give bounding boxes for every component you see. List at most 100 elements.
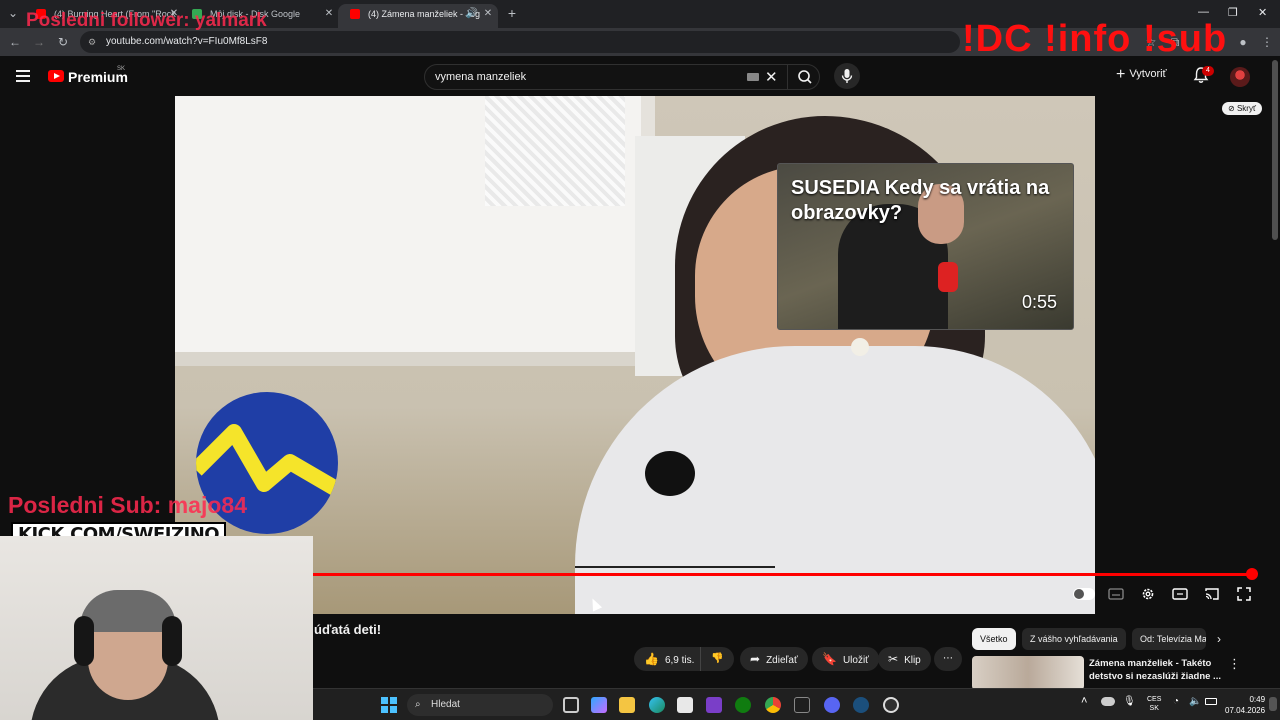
youtube-logo-icon[interactable]: [48, 70, 64, 82]
create-label: Vytvoriť: [1129, 68, 1167, 80]
more-horizontal-icon: ⋯: [943, 653, 953, 664]
discord-icon[interactable]: [824, 697, 840, 713]
minimize-icon[interactable]: —: [1198, 6, 1209, 18]
clip-button[interactable]: ✂ Klip: [878, 647, 931, 671]
file-explorer-icon[interactable]: [619, 697, 635, 713]
battery-icon[interactable]: [1205, 698, 1217, 705]
notifications-badge: 4: [1202, 66, 1214, 76]
url-bar[interactable]: ⚙ youtube.com/watch?v=FIu0Mf8LsF8: [80, 31, 960, 53]
show-hidden-icons-chevron-icon[interactable]: ˄: [1081, 695, 1087, 707]
settings-gear-icon[interactable]: [1140, 587, 1156, 601]
create-button[interactable]: + Vytvoriť: [1116, 66, 1167, 84]
close-tab-icon[interactable]: ✕: [479, 5, 497, 23]
copilot-icon[interactable]: [591, 697, 607, 713]
fullscreen-icon[interactable]: [1236, 587, 1252, 601]
profile-icon[interactable]: ●: [1234, 33, 1252, 51]
plus-icon: +: [1116, 66, 1126, 83]
reload-icon[interactable]: ↻: [54, 33, 72, 51]
region-code: SK: [117, 66, 126, 72]
dislike-button[interactable]: 👎: [700, 647, 734, 671]
hamburger-menu-icon[interactable]: [16, 70, 30, 82]
share-icon: ➦: [750, 652, 761, 666]
page-scrollbar[interactable]: [1272, 60, 1278, 240]
windows-start-icon[interactable]: [381, 697, 397, 713]
task-view-icon[interactable]: [563, 697, 579, 713]
youtube-header: Premium SK vymena manzeliek ✕ + Vytvoriť …: [0, 56, 1280, 96]
save-button[interactable]: 🔖 Uložiť: [812, 647, 879, 671]
close-window-icon[interactable]: ✕: [1258, 6, 1267, 19]
edge-icon[interactable]: [649, 697, 665, 713]
end-screen-video-card[interactable]: SUSEDIA Kedy sa vrátia na obrazovky? 0:5…: [777, 163, 1074, 330]
autoplay-toggle[interactable]: [1073, 588, 1095, 600]
cast-icon[interactable]: [1204, 587, 1220, 601]
like-count: 6,9 tis.: [664, 655, 695, 666]
thumbs-down-icon: 👎: [711, 653, 724, 664]
browser-menu-icon[interactable]: ⋮: [1258, 33, 1276, 51]
restore-icon[interactable]: ❐: [1228, 6, 1238, 19]
taskbar-search-box[interactable]: ⌕ Hledat: [407, 694, 553, 716]
end-card-duration: 0:55: [1021, 292, 1057, 312]
search-input[interactable]: vymena manzeliek: [435, 71, 526, 83]
like-button[interactable]: 👍 6,9 tis.: [634, 647, 700, 671]
photos-icon[interactable]: [706, 697, 722, 713]
obs-icon[interactable]: [883, 697, 899, 713]
more-actions-button[interactable]: ⋯: [934, 647, 962, 671]
voice-search-button[interactable]: [834, 63, 860, 89]
mic-tray-icon[interactable]: 🎙: [1123, 696, 1136, 707]
notification-center-icon[interactable]: [1269, 697, 1277, 711]
forward-icon[interactable]: →: [30, 33, 48, 51]
chip-from-channel[interactable]: Od: Televízia Ma: [1132, 628, 1206, 650]
subtitles-icon[interactable]: [1108, 587, 1124, 601]
clip-label: Klip: [904, 655, 921, 666]
keyboard-layout[interactable]: CES SK: [1147, 695, 1161, 713]
chrome-icon[interactable]: [765, 697, 781, 713]
recommendation-thumbnail[interactable]: [972, 656, 1084, 690]
xbox-icon[interactable]: [735, 697, 751, 713]
search-box[interactable]: vymena manzeliek ✕: [424, 64, 820, 90]
chip-from-search[interactable]: Z vášho vyhľadávania: [1022, 628, 1126, 650]
account-avatar[interactable]: [1230, 67, 1250, 87]
streamer-webcam: [0, 536, 313, 720]
site-info-icon[interactable]: ⚙: [88, 31, 96, 53]
theater-mode-icon[interactable]: [1172, 587, 1188, 601]
system-clock[interactable]: 0:49 07.04.2026: [1225, 694, 1265, 716]
back-icon[interactable]: ←: [6, 33, 24, 51]
bookmark-icon: 🔖: [822, 652, 837, 666]
share-button[interactable]: ➦ Zdieľať: [740, 647, 808, 671]
epic-games-icon[interactable]: [794, 697, 810, 713]
recommendation-title[interactable]: Zámena manželiek - Takéto detstvo si nez…: [1089, 657, 1221, 683]
search-button[interactable]: [787, 65, 821, 89]
keyboard-icon[interactable]: [747, 73, 759, 81]
close-tab-icon[interactable]: ✕: [320, 5, 338, 23]
store-icon[interactable]: [677, 697, 693, 713]
clock-time: 0:49: [1249, 695, 1266, 704]
clear-search-icon[interactable]: ✕: [765, 68, 778, 86]
chip-all[interactable]: Všetko: [972, 628, 1016, 650]
progress-bar[interactable]: [313, 573, 1252, 576]
onedrive-icon[interactable]: [1101, 697, 1115, 706]
steam-icon[interactable]: [853, 697, 869, 713]
windows-taskbar: ⌕ Hledat ˄ 🎙 CES SK ◔ 🔈 0:49 07.04.2026: [313, 688, 1280, 720]
recommendation-more-icon[interactable]: ⋮: [1228, 656, 1241, 672]
video-scene-curtain: [485, 96, 625, 206]
video-scene-shirt-print: [575, 566, 775, 606]
hide-end-screen-button[interactable]: ⊘ Skryť: [1222, 102, 1262, 115]
clock-date: 07.04.2026: [1225, 706, 1266, 715]
new-tab-icon[interactable]: +: [503, 4, 521, 22]
save-label: Uložiť: [842, 655, 869, 666]
video-scene-lapel-mic: [645, 451, 695, 496]
thumbs-up-icon: 👍: [644, 652, 659, 666]
like-dislike-group: 👍 6,9 tis. 👎: [634, 647, 734, 671]
volume-icon[interactable]: 🔈: [1189, 696, 1201, 707]
tab-search-icon[interactable]: ⌄: [4, 4, 22, 22]
video-scene-earring: [851, 338, 869, 356]
chips-next-chevron-icon[interactable]: ›: [1217, 632, 1221, 646]
stream-overlay-commands: !DC !info !sub: [962, 18, 1228, 60]
progress-scrubber[interactable]: [1246, 568, 1258, 580]
eye-off-icon: ⊘: [1228, 104, 1235, 113]
scissors-icon: ✂: [888, 652, 899, 666]
wifi-icon[interactable]: ◔: [1173, 696, 1179, 707]
webcam-headset-right: [162, 616, 182, 666]
video-title: úďatá deti!: [314, 622, 382, 637]
taskbar-search-placeholder: Hledat: [431, 699, 460, 710]
